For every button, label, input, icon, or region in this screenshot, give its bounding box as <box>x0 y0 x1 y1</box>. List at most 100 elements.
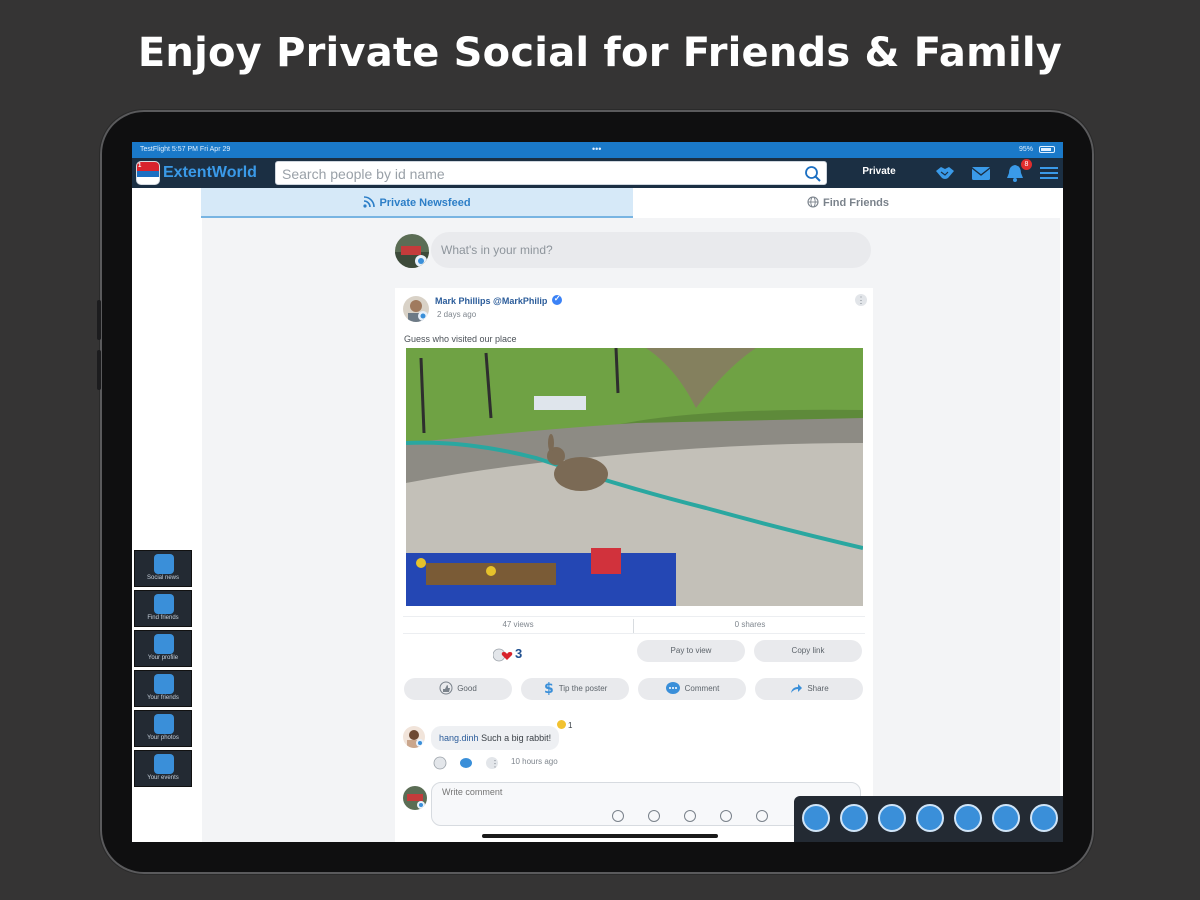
tablet-side-button <box>97 300 101 340</box>
post-caption: Guess who visited our place <box>404 334 517 344</box>
side-menu-label: Your photos <box>147 735 179 741</box>
side-menu-find-friends[interactable]: Find friends <box>134 590 192 627</box>
tab-label: Find Friends <box>823 197 889 209</box>
dollar-icon: $ <box>544 681 554 695</box>
side-menu-your-profile[interactable]: Your profile <box>134 630 192 667</box>
tip-button[interactable]: $ Tip the poster <box>521 678 629 700</box>
more-icon[interactable]: ⋮ <box>485 756 499 770</box>
tip-label: Tip the poster <box>558 684 608 693</box>
post-photo[interactable] <box>406 348 863 606</box>
write-comment-input[interactable] <box>442 787 742 797</box>
marketing-headline: Enjoy Private Social for Friends & Famil… <box>137 30 1063 76</box>
battery-percent: 95% <box>1018 146 1033 153</box>
tab-private-newsfeed[interactable]: Private Newsfeed <box>201 188 633 218</box>
search-input[interactable] <box>282 165 792 182</box>
gif-icon[interactable] <box>684 810 696 822</box>
mic-icon[interactable] <box>720 810 732 822</box>
feed-tabs: Private Newsfeed Find Friends <box>201 188 1063 218</box>
app-screen: TestFlight 5:57 PM Fri Apr 29 ••• 95% 1 … <box>132 142 1063 842</box>
home-indicator[interactable] <box>482 834 718 838</box>
like-icon[interactable] <box>433 756 447 770</box>
chat-icon[interactable] <box>916 804 944 832</box>
good-label: Good <box>457 684 477 693</box>
side-menu-label: Social news <box>146 575 179 581</box>
globe-icon <box>807 196 819 208</box>
svg-text:$: $ <box>544 681 554 695</box>
side-menu-social-news[interactable]: Social news <box>134 550 192 587</box>
pay-to-view-button[interactable]: Pay to view <box>637 640 745 662</box>
comment-tools <box>612 809 792 827</box>
avatar[interactable] <box>395 234 429 268</box>
side-menu-label: Your friends <box>147 695 179 701</box>
logo-badge: 1 <box>138 163 142 169</box>
comment-text: Such a big rabbit! <box>481 733 552 743</box>
privacy-mode-toggle[interactable]: Private <box>844 166 914 177</box>
share-icon <box>791 684 803 693</box>
post-timestamp: 2 days ago <box>437 310 477 319</box>
rss-icon <box>154 554 174 574</box>
quick-dock <box>794 796 1063 842</box>
comment-button[interactable]: Comment <box>638 678 746 700</box>
svg-text:⋮: ⋮ <box>491 760 500 770</box>
share-button[interactable]: Share <box>755 678 863 700</box>
photo-icon <box>154 714 174 734</box>
menu-icon[interactable] <box>1038 163 1060 183</box>
side-menu-label: Find friends <box>147 615 179 621</box>
multitasking-dots[interactable]: ••• <box>592 144 601 154</box>
comment-label: Comment <box>684 684 720 693</box>
good-button[interactable]: Good <box>404 678 512 700</box>
profile-icon[interactable] <box>840 804 868 832</box>
comment-icon <box>665 682 680 694</box>
newsfeed-icon[interactable] <box>802 804 830 832</box>
verified-icon <box>551 294 562 305</box>
comment-reaction-count: 1 <box>568 721 573 730</box>
avatar[interactable] <box>403 296 429 322</box>
whats-on-your-mind-input[interactable]: What's in your mind? <box>431 232 871 268</box>
handshake-icon[interactable] <box>934 163 956 183</box>
video-call-icon[interactable] <box>954 804 982 832</box>
rss-icon <box>363 196 376 208</box>
top-navbar: 1 ExtentWorld Private 8 <box>132 158 1063 188</box>
tab-find-friends[interactable]: Find Friends <box>633 188 1063 218</box>
emoji-icon <box>557 720 566 729</box>
comment-timestamp: 10 hours ago <box>511 757 558 766</box>
thumbs-up-icon <box>439 681 453 695</box>
bookmark-icon[interactable] <box>1030 804 1058 832</box>
group-icon[interactable] <box>992 804 1020 832</box>
handshake-icon <box>154 674 174 694</box>
app-name[interactable]: ExtentWorld <box>163 164 257 182</box>
attach-icon[interactable] <box>648 810 660 822</box>
home-icon <box>154 634 174 654</box>
more-options-icon[interactable]: ⋮ <box>855 294 867 306</box>
media-icon[interactable] <box>756 810 768 822</box>
reply-icon[interactable] <box>459 756 473 770</box>
tablet-side-button <box>97 350 101 390</box>
app-logo-icon[interactable]: 1 <box>136 161 160 185</box>
comment-reaction[interactable]: 1 <box>557 720 572 730</box>
shares-count: 0 shares <box>734 620 766 629</box>
avatar[interactable] <box>403 726 425 748</box>
mail-icon[interactable] <box>970 163 992 183</box>
stats-divider <box>633 619 634 633</box>
status-bar: TestFlight 5:57 PM Fri Apr 29 ••• 95% <box>132 142 1063 158</box>
side-menu-label: Your events <box>147 775 179 781</box>
notification-badge: 8 <box>1021 159 1032 170</box>
comment-username[interactable]: hang.dinh <box>439 733 479 743</box>
calendar-icon <box>154 754 174 774</box>
side-menu-your-events[interactable]: Your events <box>134 750 192 787</box>
tab-label: Private Newsfeed <box>379 197 471 209</box>
side-menu-your-photos[interactable]: Your photos <box>134 710 192 747</box>
side-menu-label: Your profile <box>147 655 179 661</box>
reaction-count: 3 <box>515 646 523 661</box>
messenger-icon[interactable] <box>878 804 906 832</box>
side-menu: Social news Find friends Your profile Yo… <box>134 550 192 790</box>
post-stats: 47 views 0 shares <box>403 616 865 634</box>
search-icon[interactable] <box>804 165 822 183</box>
globe-icon <box>154 594 174 614</box>
emoji-icon[interactable] <box>612 810 624 822</box>
side-menu-your-friends[interactable]: Your friends <box>134 670 192 707</box>
author-name: Mark Phillips <box>435 296 491 306</box>
post-author[interactable]: Mark Phillips @MarkPhilip <box>435 294 562 306</box>
avatar[interactable] <box>403 786 427 810</box>
copy-link-button[interactable]: Copy link <box>754 640 862 662</box>
